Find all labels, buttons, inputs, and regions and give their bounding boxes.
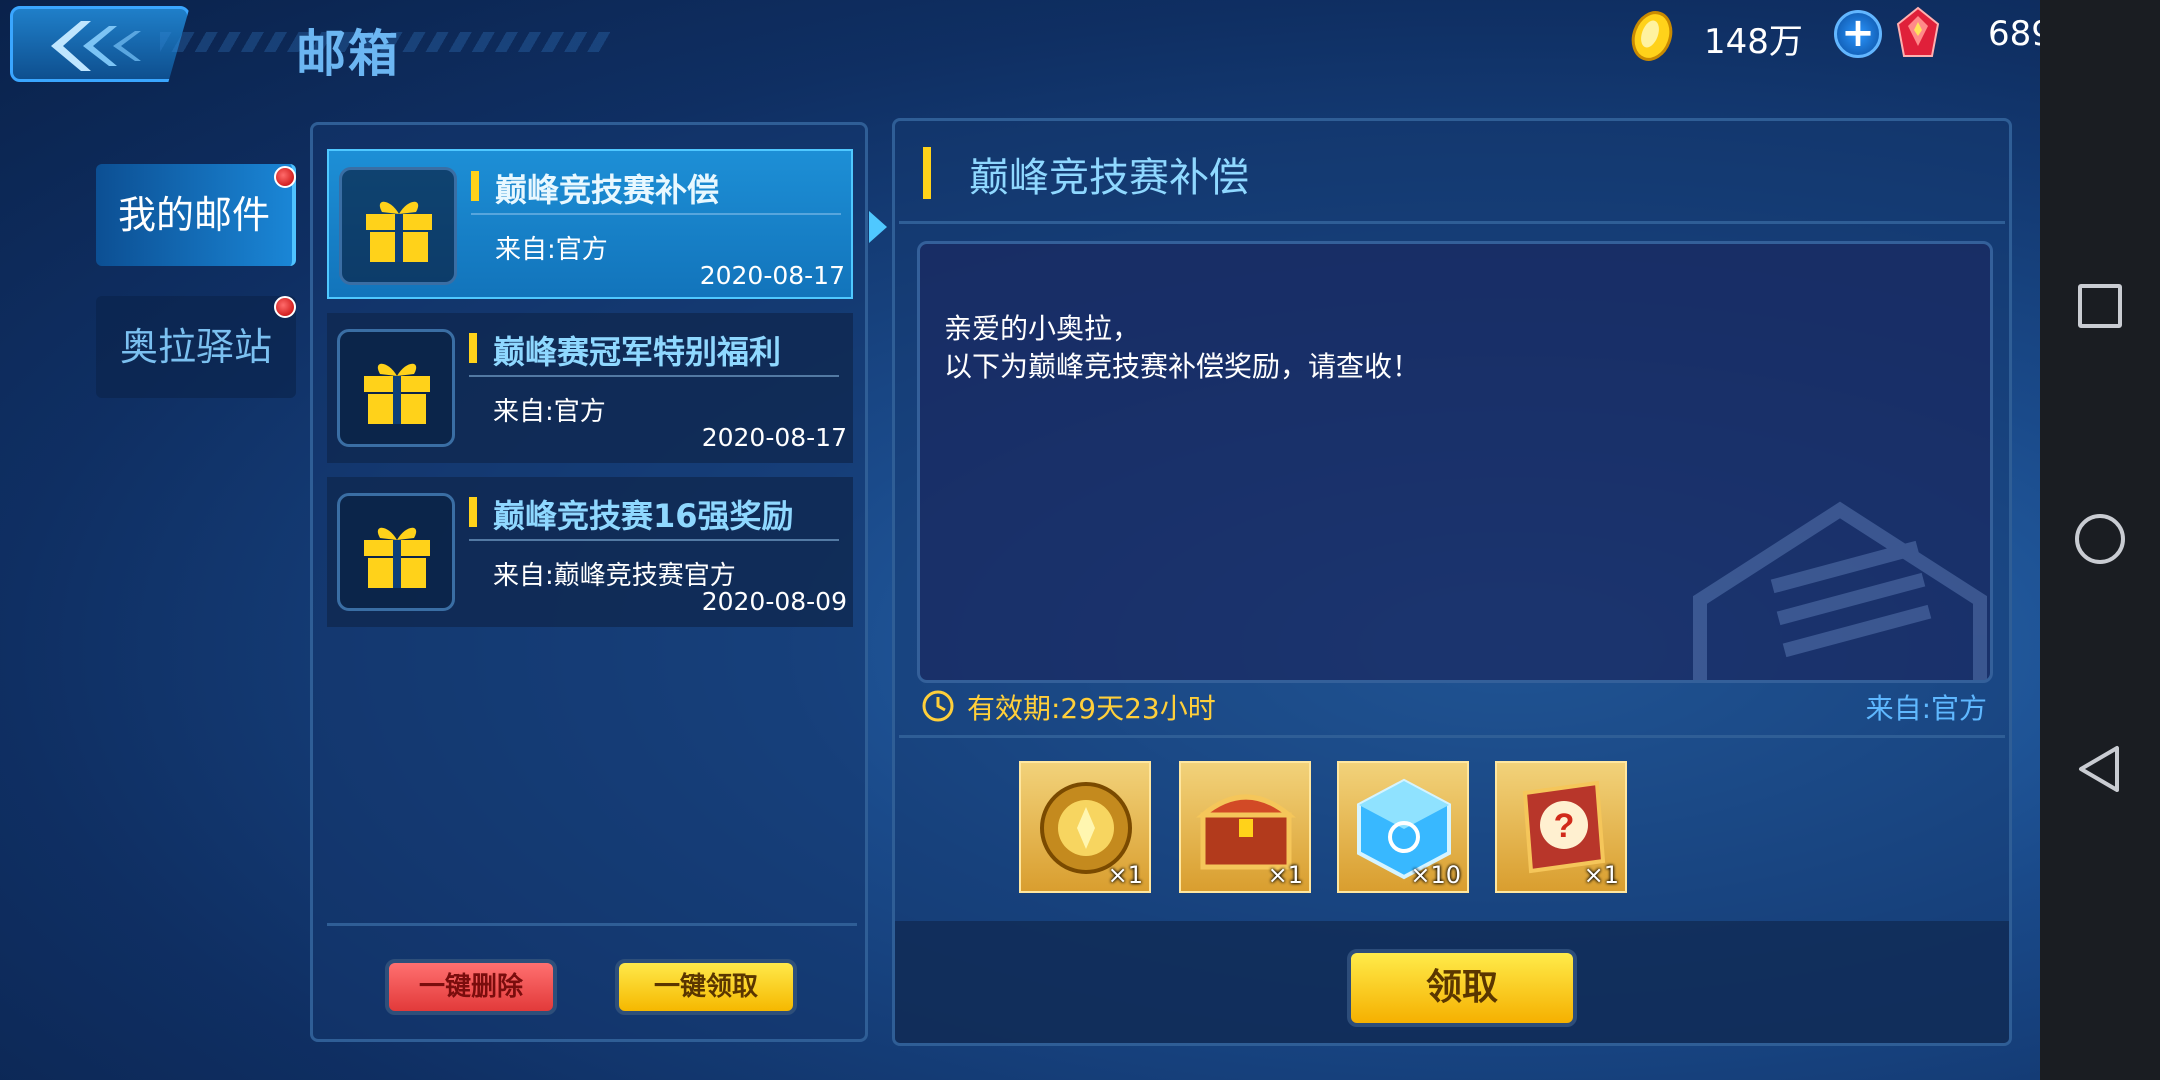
chevron-double-left-icon — [51, 21, 141, 71]
mail-date: 2020-08-09 — [701, 587, 847, 616]
mail-sender: 来自:巅峰竞技赛官方 — [493, 561, 736, 591]
tab-my-mail[interactable]: 我的邮件 — [96, 164, 296, 266]
reward-item[interactable]: ? ×1 — [1495, 761, 1627, 893]
divider — [469, 375, 839, 377]
home-button[interactable] — [2075, 514, 2125, 564]
title-marker — [471, 171, 479, 201]
back-triangle-icon[interactable] — [2075, 744, 2125, 794]
selected-arrow-icon — [869, 211, 887, 243]
title-marker — [469, 333, 477, 363]
delete-all-button[interactable]: 一键删除 — [385, 959, 557, 1015]
mail-title: 巅峰竞技赛16强奖励 — [493, 497, 794, 535]
red-gem-icon — [1896, 6, 1940, 57]
divider — [469, 539, 839, 541]
notification-dot — [274, 166, 296, 188]
claim-button[interactable]: 领取 — [1347, 949, 1577, 1027]
divider — [899, 735, 2005, 738]
reward-item[interactable]: ×10 — [1337, 761, 1469, 893]
validity-text: 有效期:29天23小时 — [967, 692, 1216, 725]
reward-item[interactable]: ×1 — [1179, 761, 1311, 893]
mail-date: 2020-08-17 — [701, 423, 847, 452]
mail-body: 亲爱的小奥拉， 以下为巅峰竞技赛补偿奖励，请查收！ — [944, 310, 1420, 386]
reward-count: ×1 — [1267, 861, 1303, 889]
reward-count: ×1 — [1583, 861, 1619, 889]
title-marker — [923, 147, 931, 199]
notification-dot — [274, 296, 296, 318]
detail-sender: 来自:官方 — [1865, 692, 1987, 725]
claim-all-button[interactable]: 一键领取 — [615, 959, 797, 1015]
title-marker — [469, 497, 477, 527]
detail-title: 巅峰竞技赛补偿 — [969, 155, 1249, 201]
mail-item[interactable]: 巅峰赛冠军特别福利 来自:官方 2020-08-17 — [327, 313, 853, 463]
clock-icon — [922, 690, 954, 722]
svg-text:?: ? — [1554, 807, 1575, 845]
mail-list-panel: 巅峰竞技赛补偿 来自:官方 2020-08-17 巅峰赛冠军特别福利 来自:官方… — [310, 122, 887, 1042]
page-title: 邮箱 — [296, 25, 400, 83]
divider — [899, 221, 2005, 224]
game-screen: 邮箱 148万 + 689 + 我的邮件 奥拉驿站 — [0, 0, 2144, 1080]
envelope-watermark-icon — [1693, 501, 1987, 680]
mail-sender: 来自:官方 — [493, 397, 606, 427]
reward-count: ×10 — [1410, 861, 1461, 889]
mail-icon-frame — [339, 167, 457, 285]
system-nav-bar — [2040, 0, 2160, 1080]
mail-title: 巅峰赛冠军特别福利 — [493, 333, 782, 371]
mail-sender: 来自:官方 — [495, 235, 608, 265]
message-line: 以下为巅峰竞技赛补偿奖励，请查收！ — [944, 350, 1421, 383]
mail-item[interactable]: 巅峰竞技赛补偿 来自:官方 2020-08-17 — [327, 149, 887, 299]
divider — [327, 923, 857, 926]
add-coins-button[interactable]: + — [1834, 10, 1882, 58]
mail-title: 巅峰竞技赛补偿 — [495, 171, 720, 209]
divider — [471, 213, 841, 215]
gift-icon — [364, 527, 430, 588]
mail-item[interactable]: 巅峰竞技赛16强奖励 来自:巅峰竞技赛官方 2020-08-09 — [327, 477, 853, 627]
reward-count: ×1 — [1107, 861, 1143, 889]
mail-date: 2020-08-17 — [699, 261, 845, 290]
reward-item[interactable]: ×1 — [1019, 761, 1151, 893]
gift-icon — [364, 363, 430, 424]
greeting-line: 亲爱的小奥拉， — [944, 312, 1141, 345]
gift-icon — [366, 201, 432, 262]
gold-coin-icon — [1631, 11, 1673, 61]
mail-icon-frame — [337, 329, 455, 447]
coin-amount: 148万 — [1704, 22, 1803, 62]
recent-apps-button[interactable] — [2078, 284, 2122, 328]
mail-detail-panel: 巅峰竞技赛补偿 亲爱的小奥拉， 以下为巅峰竞技赛补偿奖励，请查收！ 有效期:29… — [892, 118, 2012, 1046]
tab-ola-station[interactable]: 奥拉驿站 — [96, 296, 296, 398]
mail-icon-frame — [337, 493, 455, 611]
mail-content-box: 亲爱的小奥拉， 以下为巅峰竞技赛补偿奖励，请查收！ — [917, 241, 1993, 683]
